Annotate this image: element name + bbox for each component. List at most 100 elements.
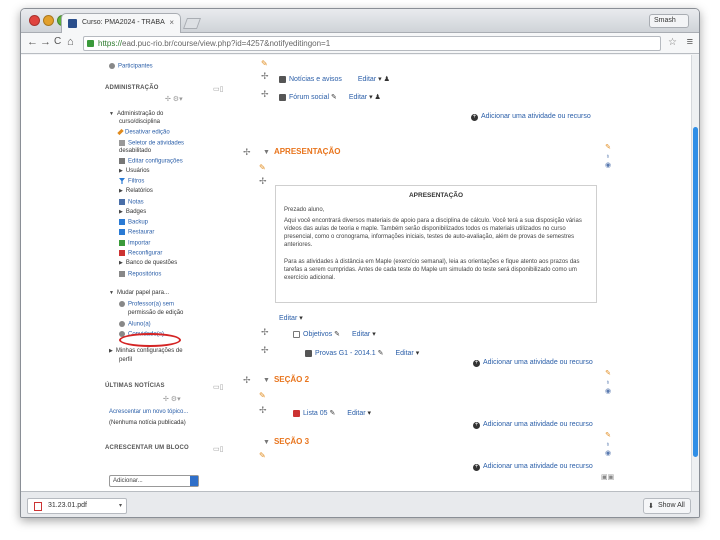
- sidebar-item-import[interactable]: Importar: [119, 240, 150, 247]
- dropdown-caret-icon: ▾: [297, 315, 303, 322]
- block-dock-icon[interactable]: ▭▯: [213, 383, 223, 391]
- address-bar[interactable]: https://ead.puc-rio.br/course/view.php?i…: [83, 36, 661, 51]
- tab-title: Curso: PMA2024 - TRABA: [82, 19, 165, 26]
- edit-menu-link[interactable]: Editar: [395, 350, 413, 357]
- assignment-lista-05[interactable]: Lista 05 ✎ Editar ▾: [293, 409, 371, 417]
- minimize-window-button[interactable]: [43, 15, 54, 26]
- edit-menu-link[interactable]: Editar: [347, 410, 365, 417]
- edit-pencil-icon[interactable]: ✎: [261, 59, 268, 68]
- move-icon[interactable]: ✢: [259, 176, 267, 187]
- page-scrollbar[interactable]: [691, 55, 699, 491]
- sidebar-item-course-admin[interactable]: ▼ Administração do: [109, 111, 163, 117]
- section-move-icon[interactable]: ✢: [243, 375, 251, 386]
- block-move-icon[interactable]: ✢ ⚙▾: [165, 95, 183, 103]
- block-dock-icon[interactable]: ▭▯: [213, 445, 223, 453]
- move-icon[interactable]: ✢: [261, 71, 269, 82]
- sidebar-item-reset[interactable]: Reconfigurar: [119, 250, 162, 257]
- move-icon[interactable]: ✢: [261, 89, 269, 100]
- download-menu-arrow-icon[interactable]: ▾: [119, 502, 122, 509]
- folder-icon: [305, 349, 312, 357]
- plus-circle-icon: +: [473, 422, 480, 429]
- add-activity-link[interactable]: + Adicionar uma atividade ou recurso: [473, 463, 593, 471]
- new-tab-button[interactable]: [182, 18, 202, 29]
- tab-close-icon[interactable]: ×: [169, 18, 174, 27]
- plus-circle-icon: +: [473, 464, 480, 471]
- dropdown-arrow-icon: [190, 476, 198, 486]
- sidebar-item-role-teacher[interactable]: Professor(a) sem: [119, 301, 174, 308]
- add-activity-link[interactable]: + Adicionar uma atividade ou recurso: [471, 113, 591, 121]
- collapsed-triangle-icon: ▶: [119, 168, 123, 174]
- collapse-triangle-icon: ▼: [263, 149, 270, 156]
- show-all-downloads-button[interactable]: ⬇ Show All: [643, 498, 691, 514]
- move-icon[interactable]: ✢: [259, 405, 267, 416]
- sidebar-item-repositories[interactable]: Repositórios: [119, 271, 161, 278]
- browser-tab[interactable]: Curso: PMA2024 - TRABA ×: [61, 13, 181, 33]
- sidebar-item-edit-settings[interactable]: Editar configurações: [119, 158, 183, 165]
- bookmark-star-icon[interactable]: ☆: [668, 37, 677, 48]
- grades-icon: [119, 199, 125, 205]
- sidebar-item-question-bank[interactable]: ▶ Banco de questões: [119, 260, 177, 266]
- highlight-bulb-icon[interactable]: ♁: [605, 152, 611, 161]
- sidebar-item-restore[interactable]: Restaurar: [119, 229, 154, 236]
- close-window-button[interactable]: [29, 15, 40, 26]
- home-icon[interactable]: ⌂: [67, 36, 74, 48]
- edit-menu-link[interactable]: Editar: [358, 76, 376, 83]
- activity-news-forum[interactable]: Notícias e avisos Editar ▾ ♟: [279, 75, 390, 83]
- add-section-controls-icon[interactable]: ▣▣: [601, 473, 614, 481]
- presentation-box-title: APRESENTAÇÃO: [408, 192, 464, 199]
- edit-menu-link[interactable]: Editar: [349, 94, 367, 101]
- visibility-eye-icon[interactable]: ◉: [605, 161, 611, 170]
- edit-title-pencil-icon[interactable]: ✎: [328, 410, 335, 417]
- visibility-eye-icon[interactable]: ◉: [605, 449, 611, 458]
- sidebar-item-disable-editing[interactable]: Desativar edição: [117, 128, 170, 136]
- edit-pencil-icon[interactable]: ✎: [259, 163, 266, 172]
- sidebar-item-switch-role[interactable]: ▼ Mudar papel para...: [109, 290, 169, 296]
- visibility-eye-icon[interactable]: ◉: [605, 387, 611, 396]
- highlight-bulb-icon[interactable]: ♁: [605, 378, 611, 387]
- move-icon[interactable]: ✢: [261, 345, 269, 356]
- news-add-topic-link[interactable]: Acrescentar um novo tópico...: [109, 409, 188, 415]
- edit-section-pencil-icon[interactable]: ✎: [605, 143, 611, 152]
- edit-section-pencil-icon[interactable]: ✎: [605, 369, 611, 378]
- download-item[interactable]: 31.23.01.pdf ▾: [27, 498, 127, 514]
- restore-icon: [119, 229, 125, 235]
- reload-icon[interactable]: C: [54, 36, 61, 47]
- collapsed-triangle-icon: ▶: [119, 188, 123, 194]
- move-icon[interactable]: ✢: [261, 327, 269, 338]
- edit-section-pencil-icon[interactable]: ✎: [605, 431, 611, 440]
- edit-pencil-icon[interactable]: ✎: [259, 451, 266, 460]
- edit-pencil-icon[interactable]: ✎: [259, 391, 266, 400]
- block-move-icon[interactable]: ✢ ⚙▾: [163, 395, 181, 403]
- sidebar-item-profile-settings[interactable]: ▶ Minhas configurações de: [109, 348, 183, 354]
- add-activity-link[interactable]: + Adicionar uma atividade ou recurso: [473, 359, 593, 367]
- section-move-icon[interactable]: ✢: [243, 147, 251, 158]
- add-activity-link[interactable]: + Adicionar uma atividade ou recurso: [473, 421, 593, 429]
- edit-menu-link[interactable]: Editar: [352, 331, 370, 338]
- sidebar-item-grades[interactable]: Notas: [119, 199, 144, 206]
- sidebar-item-backup[interactable]: Backup: [119, 219, 148, 226]
- block-dock-icon[interactable]: ▭▯: [213, 85, 223, 93]
- edit-title-pencil-icon[interactable]: ✎: [376, 350, 384, 357]
- edit-title-pencil-icon[interactable]: ✎: [329, 94, 337, 101]
- toggle-icon: [119, 140, 125, 146]
- sidebar-item-badges[interactable]: ▶ Badges: [119, 209, 146, 215]
- resource-objetivos[interactable]: Objetivos ✎ Editar ▾: [293, 330, 376, 338]
- forward-arrow-icon[interactable]: →: [40, 36, 51, 48]
- browser-menu-icon[interactable]: ≡: [687, 36, 693, 48]
- scrollbar-thumb[interactable]: [693, 127, 698, 457]
- label-edit-menu[interactable]: Editar ▾: [279, 314, 303, 322]
- sidebar-item-reports[interactable]: ▶ Relatórios: [119, 188, 153, 194]
- sidebar-item-activity-chooser[interactable]: Seletor de atividades: [119, 140, 184, 147]
- add-block-select[interactable]: Adicionar...: [109, 475, 199, 487]
- sidebar-item-role-student[interactable]: Aluno(a): [119, 321, 151, 328]
- back-arrow-icon[interactable]: ←: [27, 36, 38, 48]
- profile-button[interactable]: Smash: [649, 14, 689, 28]
- sidebar-item-filters[interactable]: Filtros: [119, 178, 144, 185]
- collapse-triangle-icon: ▼: [263, 377, 270, 384]
- edit-title-pencil-icon[interactable]: ✎: [332, 331, 340, 338]
- sidebar-item-participants[interactable]: Participantes: [109, 63, 153, 70]
- highlight-bulb-icon[interactable]: ♁: [605, 440, 611, 449]
- folder-provas[interactable]: Provas G1 - 2014.1 ✎ Editar ▾: [305, 349, 419, 357]
- sidebar-item-users[interactable]: ▶ Usuários: [119, 168, 150, 174]
- activity-social-forum[interactable]: Fórum social ✎ Editar ▾ ♟: [279, 93, 381, 101]
